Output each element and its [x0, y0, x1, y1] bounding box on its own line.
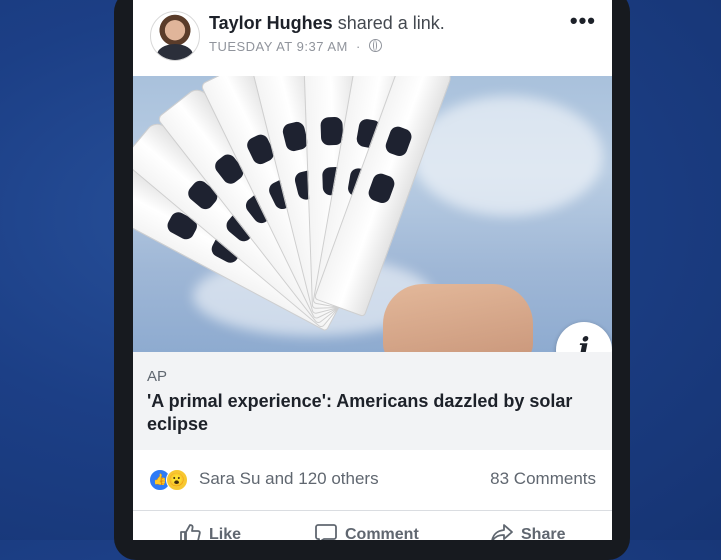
link-preview-image[interactable]: [133, 76, 612, 352]
lens: [366, 171, 397, 206]
share-icon: [491, 524, 513, 540]
reaction-icons[interactable]: 👍 😮: [149, 469, 189, 491]
comments-count[interactable]: 83 Comments: [490, 469, 596, 489]
globe-icon: [368, 39, 382, 52]
author-name[interactable]: Taylor Hughes: [209, 13, 333, 33]
cloud: [413, 96, 603, 216]
share-label: Share: [521, 526, 566, 540]
link-source: AP: [147, 368, 168, 385]
like-label: Like: [209, 526, 242, 540]
post-header-line: Taylor Hughes shared a link.: [209, 13, 445, 34]
share-button[interactable]: Share: [491, 523, 565, 540]
post-card: Taylor Hughes shared a link. TUESDAY AT …: [133, 0, 612, 540]
post-action-text: shared a link.: [337, 13, 445, 33]
link-headline[interactable]: 'A primal experience': Americans dazzled…: [147, 390, 597, 436]
wow-reaction-icon: 😮: [166, 469, 188, 491]
comment-label: Comment: [345, 526, 419, 540]
post-timestamp[interactable]: TUESDAY AT 9:37 AM: [209, 39, 348, 54]
link-info-panel[interactable]: AP 'A primal experience': Americans dazz…: [133, 352, 612, 450]
avatar-photo: [157, 44, 193, 60]
action-bar: Like Comment Share: [133, 510, 612, 540]
avatar[interactable]: [150, 11, 200, 61]
comment-icon: [315, 524, 337, 540]
hand: [383, 284, 533, 352]
thumbs-up-icon: [180, 524, 201, 540]
more-options-icon[interactable]: •••: [570, 10, 596, 32]
like-button[interactable]: Like: [179, 523, 241, 540]
post-meta: TUESDAY AT 9:37 AM ·: [209, 39, 382, 54]
lens: [383, 124, 414, 159]
comment-button[interactable]: Comment: [315, 523, 419, 540]
reactions-bar: 👍 😮 Sara Su and 120 others 83 Comments: [133, 450, 612, 508]
post-header: Taylor Hughes shared a link. TUESDAY AT …: [133, 0, 612, 76]
eclipse-glasses-fan: [133, 76, 454, 332]
reaction-summary[interactable]: Sara Su and 120 others: [199, 469, 379, 489]
meta-separator: ·: [355, 39, 361, 54]
